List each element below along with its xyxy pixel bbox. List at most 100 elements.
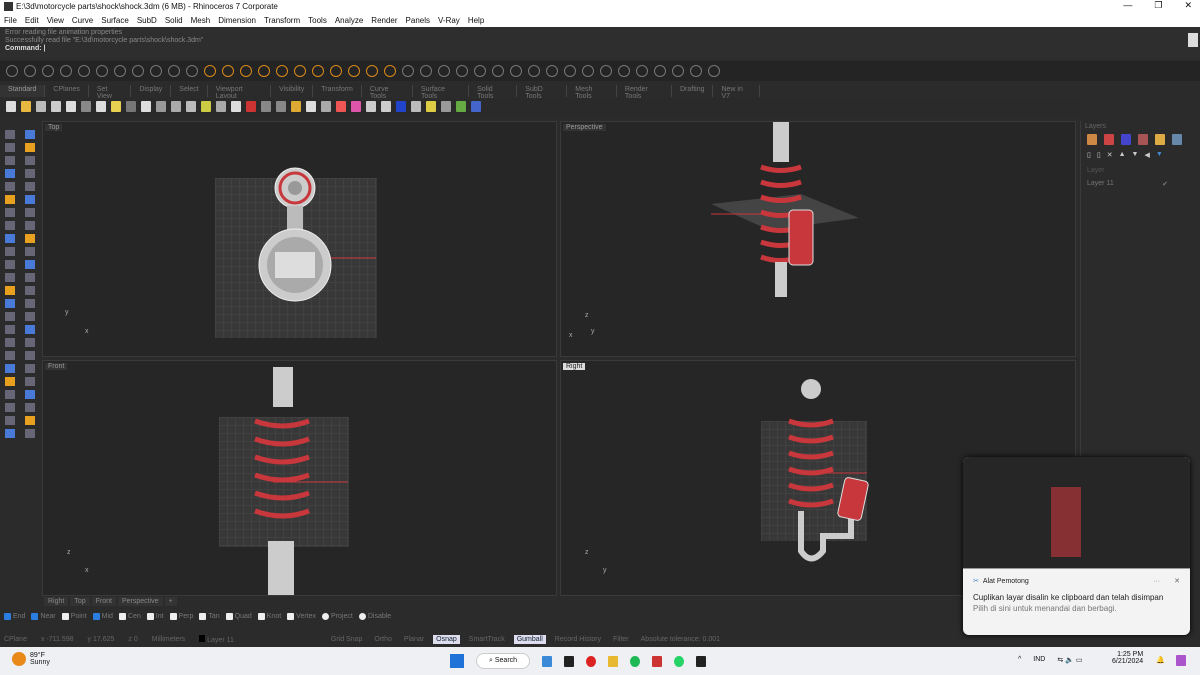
- osnap-checkbox[interactable]: [31, 613, 39, 620]
- snap-tool-icon[interactable]: [402, 65, 414, 77]
- snap-tool-icon[interactable]: [510, 65, 522, 77]
- snap-tool-icon[interactable]: [564, 65, 576, 77]
- menu-file[interactable]: File: [4, 16, 17, 25]
- toolbar-tab[interactable]: New in V7: [713, 85, 760, 100]
- snap-tool-icon[interactable]: [6, 65, 18, 77]
- menu-edit[interactable]: Edit: [25, 16, 39, 25]
- search-box[interactable]: ⌕ Search: [476, 653, 531, 669]
- left-tool-icon[interactable]: [25, 156, 35, 165]
- toolbar-tool-icon[interactable]: [36, 101, 46, 112]
- osnap-end[interactable]: End: [4, 613, 25, 620]
- snap-tool-icon[interactable]: [60, 65, 72, 77]
- move-parent-icon[interactable]: ◀: [1144, 151, 1149, 159]
- status-pane[interactable]: Filter: [610, 635, 632, 644]
- snap-tool-icon[interactable]: [366, 65, 378, 77]
- snap-tool-icon[interactable]: [204, 65, 216, 77]
- left-tool-icon[interactable]: [5, 325, 15, 334]
- notification-close-button[interactable]: ✕: [1174, 577, 1180, 585]
- snap-tool-icon[interactable]: [654, 65, 666, 77]
- toolbar-tool-icon[interactable]: [351, 101, 361, 112]
- osnap-checkbox[interactable]: [169, 613, 177, 620]
- toolbar-tab[interactable]: Curve Tools: [362, 85, 413, 100]
- toolbar-tab[interactable]: CPlanes: [45, 85, 89, 97]
- screenshot-thumbnail[interactable]: [963, 457, 1190, 569]
- status-pane[interactable]: Record History: [552, 635, 604, 644]
- tray-chevron-icon[interactable]: ^: [1018, 656, 1021, 664]
- delete-icon[interactable]: ✕: [1107, 151, 1113, 159]
- opera-icon[interactable]: [586, 655, 597, 667]
- left-tool-icon[interactable]: [25, 377, 35, 386]
- clock[interactable]: 1:25 PM 6/21/2024: [1112, 651, 1143, 665]
- viewport-tab[interactable]: Perspective: [117, 597, 163, 606]
- left-tool-icon[interactable]: [25, 260, 35, 269]
- left-tool-icon[interactable]: [5, 143, 15, 152]
- viewport-front[interactable]: Front z x: [42, 360, 557, 596]
- language-indicator[interactable]: IND: [1033, 656, 1045, 664]
- viewport-perspective[interactable]: Perspective z x y: [560, 121, 1076, 357]
- snap-tool-icon[interactable]: [96, 65, 108, 77]
- left-tool-icon[interactable]: [5, 273, 15, 282]
- snap-tool-icon[interactable]: [132, 65, 144, 77]
- menu-dimension[interactable]: Dimension: [218, 16, 256, 25]
- snap-tool-icon[interactable]: [546, 65, 558, 77]
- osnap-checkbox[interactable]: [92, 613, 100, 620]
- left-tool-icon[interactable]: [5, 312, 15, 321]
- menu-mesh[interactable]: Mesh: [191, 16, 211, 25]
- filter-icon[interactable]: ▼: [1156, 151, 1163, 159]
- osnap-tan[interactable]: Tan: [199, 613, 220, 620]
- toolbar-tool-icon[interactable]: [336, 101, 346, 112]
- snipping-notification[interactable]: ✂ Alat Pemotong ··· ✕ Cuplikan layar dis…: [963, 457, 1190, 635]
- left-tool-icon[interactable]: [5, 286, 15, 295]
- toolbar-tool-icon[interactable]: [276, 101, 286, 112]
- toolbar-tool-icon[interactable]: [411, 101, 421, 112]
- display-tab-icon[interactable]: [1172, 134, 1182, 145]
- snap-tool-icon[interactable]: [78, 65, 90, 77]
- left-tool-icon[interactable]: [25, 338, 35, 347]
- toolbar-tab[interactable]: Standard: [0, 85, 46, 97]
- brush-tab-icon[interactable]: [1138, 134, 1148, 145]
- osnap-int[interactable]: Int: [146, 613, 164, 620]
- left-tool-icon[interactable]: [25, 221, 35, 230]
- left-tool-icon[interactable]: [5, 221, 15, 230]
- viewport-tab[interactable]: +: [164, 597, 177, 606]
- osnap-checkbox[interactable]: [118, 613, 126, 620]
- snap-tool-icon[interactable]: [672, 65, 684, 77]
- osnap-quad[interactable]: Quad: [225, 613, 252, 620]
- snap-tool-icon[interactable]: [24, 65, 36, 77]
- snap-tool-icon[interactable]: [384, 65, 396, 77]
- left-tool-icon[interactable]: [25, 130, 35, 139]
- app-icon[interactable]: [652, 655, 663, 667]
- status-pane[interactable]: Ortho: [371, 635, 395, 644]
- toolbar-tool-icon[interactable]: [426, 101, 436, 112]
- toolbar-tool-icon[interactable]: [66, 101, 76, 112]
- snap-tool-icon[interactable]: [348, 65, 360, 77]
- snap-tool-icon[interactable]: [42, 65, 54, 77]
- menu-v-ray[interactable]: V-Ray: [438, 16, 460, 25]
- osnap-checkbox[interactable]: [146, 613, 154, 620]
- menu-curve[interactable]: Curve: [72, 16, 93, 25]
- snap-tool-icon[interactable]: [168, 65, 180, 77]
- osnap-near[interactable]: Near: [31, 613, 56, 620]
- menu-analyze[interactable]: Analyze: [335, 16, 363, 25]
- snap-tool-icon[interactable]: [600, 65, 612, 77]
- snap-tool-icon[interactable]: [582, 65, 594, 77]
- toolbar-tool-icon[interactable]: [156, 101, 166, 112]
- command-prompt[interactable]: Command: |: [5, 45, 1195, 53]
- minimize-button[interactable]: —: [1123, 0, 1132, 11]
- toolbar-tab[interactable]: Visibility: [271, 85, 314, 97]
- spotify-icon[interactable]: [630, 655, 641, 667]
- left-tool-icon[interactable]: [25, 403, 35, 412]
- viewport-tab[interactable]: Top: [70, 597, 90, 606]
- maximize-button[interactable]: ❐: [1154, 0, 1162, 11]
- toolbar-tool-icon[interactable]: [171, 101, 181, 112]
- toolbar-tool-icon[interactable]: [21, 101, 31, 112]
- snap-tool-icon[interactable]: [294, 65, 306, 77]
- left-tool-icon[interactable]: [25, 143, 35, 152]
- mail-icon[interactable]: [542, 655, 553, 667]
- snap-tool-icon[interactable]: [240, 65, 252, 77]
- osnap-perp[interactable]: Perp: [169, 613, 193, 620]
- status-pane[interactable]: Osnap: [433, 634, 460, 644]
- status-pane[interactable]: Grid Snap: [328, 635, 366, 644]
- status-pane[interactable]: Absolute tolerance: 0.001: [638, 635, 723, 644]
- osnap-disable[interactable]: Disable: [358, 613, 391, 620]
